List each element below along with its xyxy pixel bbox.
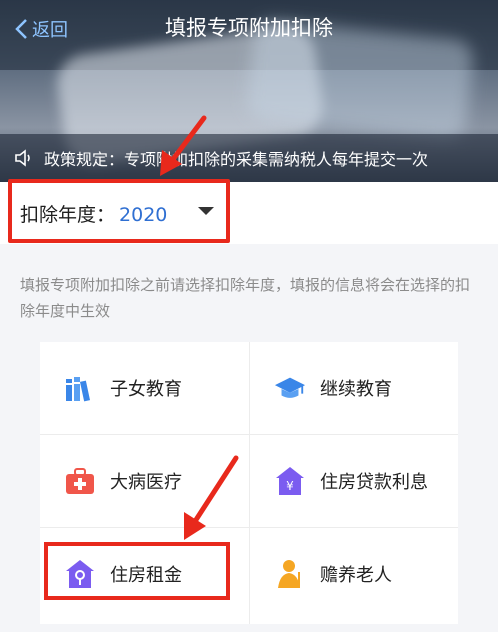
item-mortgage-interest[interactable]: ¥ 住房贷款利息 — [250, 435, 458, 527]
item-elderly-support[interactable]: 赡养老人 — [250, 528, 458, 620]
item-label: 继续教育 — [320, 379, 392, 400]
policy-notice: 政策规定：专项附加扣除的采集需纳税人每年提交一次 — [0, 134, 498, 182]
item-serious-illness[interactable]: 大病医疗 — [40, 435, 248, 527]
speaker-icon — [14, 148, 36, 168]
item-label: 大病医疗 — [110, 472, 182, 493]
header-banner: 返回 填报专项附加扣除 政策规定：专项附加扣除的采集需纳税人每年提交一次 — [0, 0, 498, 182]
medical-kit-icon — [64, 465, 96, 497]
item-children-education[interactable]: 子女教育 — [40, 342, 248, 434]
graduation-cap-icon — [274, 372, 306, 404]
description-text: 填报专项附加扣除之前请选择扣除年度，填报的信息将会在选择的扣除年度中生效 — [20, 276, 471, 320]
item-label: 住房贷款利息 — [320, 472, 428, 493]
highlight-box-year — [8, 179, 230, 243]
house-yen-icon: ¥ — [274, 465, 306, 497]
svg-text:¥: ¥ — [286, 479, 294, 493]
item-continuing-education[interactable]: 继续教育 — [250, 342, 458, 434]
item-label: 子女教育 — [110, 379, 182, 400]
item-label: 赡养老人 — [320, 565, 392, 586]
policy-notice-text: 政策规定：专项附加扣除的采集需纳税人每年提交一次 — [44, 150, 429, 169]
books-icon — [64, 372, 96, 404]
page-title: 填报专项附加扣除 — [165, 16, 333, 40]
elderly-person-icon — [274, 558, 306, 590]
highlight-box-rent — [44, 542, 230, 600]
